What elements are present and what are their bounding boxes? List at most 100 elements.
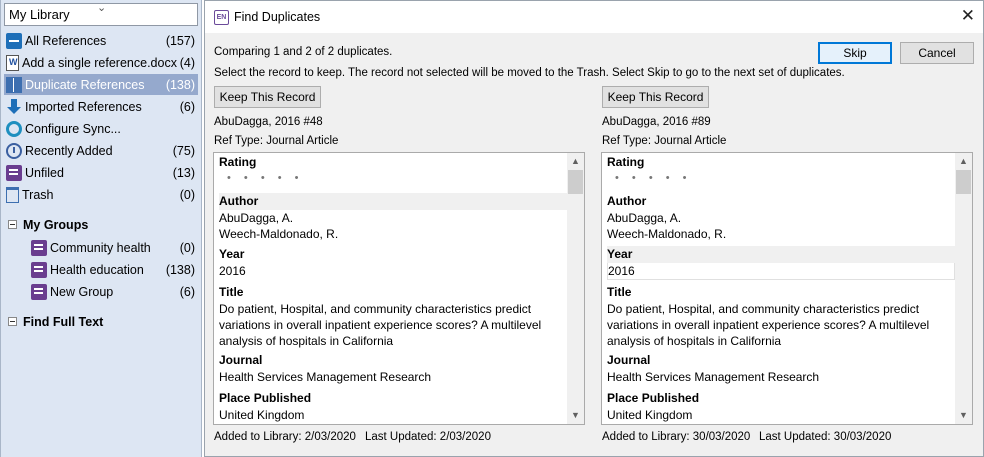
comparing-text: Comparing 1 and 2 of 2 duplicates. bbox=[214, 46, 393, 58]
added-date: Added to Library: 2/03/2020 bbox=[214, 431, 356, 443]
author-value: AbuDagga, A. bbox=[607, 211, 682, 225]
scroll-up-icon[interactable]: ▲ bbox=[955, 153, 972, 170]
field-label: Author bbox=[219, 193, 567, 210]
collapse-icon[interactable] bbox=[8, 220, 17, 229]
word-document-icon bbox=[6, 54, 19, 71]
group-label: Configure Sync... bbox=[25, 121, 121, 136]
unfiled-icon bbox=[6, 164, 22, 181]
endnote-icon: EN bbox=[214, 10, 229, 25]
journal-value: Health Services Management Research bbox=[607, 370, 820, 384]
field-label: Author bbox=[607, 194, 647, 208]
record-fields: Rating • • • • • Author AbuDagga, A. Wee… bbox=[214, 153, 567, 424]
group-label: Duplicate References bbox=[25, 77, 145, 92]
left-record-panel[interactable]: Rating • • • • • Author AbuDagga, A. Wee… bbox=[213, 152, 585, 425]
group-count: (6) bbox=[179, 284, 195, 299]
title-value: analysis of hospitals in California bbox=[219, 334, 394, 348]
journal-field[interactable]: Journal Health Services Management Resea… bbox=[215, 352, 567, 385]
group-all-references[interactable]: All References (157) bbox=[4, 30, 198, 51]
group-label: Imported References bbox=[25, 99, 142, 114]
updated-date: Last Updated: 30/03/2020 bbox=[759, 431, 892, 443]
group-count: (157) bbox=[165, 33, 195, 48]
field-label: Place Published bbox=[219, 391, 312, 405]
scroll-down-icon[interactable]: ▼ bbox=[955, 407, 972, 424]
title-value: variations in overall inpatient experien… bbox=[607, 318, 930, 332]
year-field[interactable]: Year 2016 bbox=[603, 246, 955, 280]
group-count: (0) bbox=[179, 240, 195, 255]
title-field[interactable]: Title Do patient, Hospital, and communit… bbox=[215, 284, 567, 349]
keep-right-record-button[interactable]: Keep This Record bbox=[602, 86, 709, 108]
group-duplicate-references[interactable]: Duplicate References (138) bbox=[4, 74, 198, 95]
group-imported-references[interactable]: Imported References (6) bbox=[4, 96, 198, 117]
find-duplicates-dialog: EN Find Duplicates ✕ Comparing 1 and 2 o… bbox=[204, 0, 984, 457]
library-selector-label: My Library bbox=[9, 7, 70, 22]
scroll-down-icon[interactable]: ▼ bbox=[567, 407, 584, 424]
year-field[interactable]: Year 2016 bbox=[215, 246, 567, 279]
place-field[interactable]: Place Published United Kingdom bbox=[215, 390, 567, 423]
trash-icon bbox=[6, 186, 19, 203]
group-count: (13) bbox=[172, 165, 195, 180]
updated-date: Last Updated: 2/03/2020 bbox=[365, 431, 491, 443]
group-add-single-reference[interactable]: Add a single reference.docx (4) bbox=[4, 52, 198, 73]
all-references-icon bbox=[6, 32, 22, 49]
keep-left-record-button[interactable]: Keep This Record bbox=[214, 86, 321, 108]
field-label: Journal bbox=[607, 353, 651, 367]
ref-type: Ref Type: Journal Article bbox=[602, 135, 727, 147]
group-recently-added[interactable]: Recently Added (75) bbox=[4, 140, 198, 161]
author-value: Weech-Maldonado, R. bbox=[607, 227, 727, 241]
title-value: variations in overall inpatient experien… bbox=[219, 318, 542, 332]
ref-type: Ref Type: Journal Article bbox=[214, 135, 339, 147]
scroll-thumb[interactable] bbox=[956, 170, 971, 194]
title-field[interactable]: Title Do patient, Hospital, and communit… bbox=[603, 284, 955, 349]
added-date: Added to Library: 30/03/2020 bbox=[602, 431, 751, 443]
group-label: Unfiled bbox=[25, 165, 64, 180]
scroll-up-icon[interactable]: ▲ bbox=[567, 153, 584, 170]
group-count: (6) bbox=[179, 99, 195, 114]
title-value: Do patient, Hospital, and community char… bbox=[607, 302, 920, 316]
library-selector[interactable]: ⌄ My Library bbox=[4, 1, 198, 26]
record-fields: Rating • • • • • Author AbuDagga, A. Wee… bbox=[602, 153, 955, 424]
group-new-group[interactable]: New Group (6) bbox=[4, 281, 198, 302]
group-label: Add a single reference.docx bbox=[22, 55, 177, 70]
configure-sync[interactable]: Configure Sync... bbox=[4, 118, 198, 139]
group-count: (138) bbox=[165, 262, 195, 277]
scroll-thumb[interactable] bbox=[568, 170, 583, 194]
place-field[interactable]: Place Published United Kingdom bbox=[603, 390, 955, 423]
author-value: Weech-Maldonado, R. bbox=[219, 227, 339, 241]
rating-stars[interactable]: • • • • • bbox=[607, 171, 955, 185]
vertical-scrollbar[interactable]: ▲ ▼ bbox=[567, 153, 584, 424]
group-icon bbox=[31, 283, 47, 300]
group-community-health[interactable]: Community health (0) bbox=[4, 237, 198, 258]
group-unfiled[interactable]: Unfiled (13) bbox=[4, 162, 198, 183]
find-full-text-header[interactable]: Find Full Text bbox=[4, 311, 198, 332]
close-icon[interactable]: ✕ bbox=[961, 6, 975, 26]
field-label: Year bbox=[219, 247, 245, 261]
collapse-icon[interactable] bbox=[8, 317, 17, 326]
skip-button[interactable]: Skip bbox=[818, 42, 892, 64]
my-groups-header[interactable]: My Groups bbox=[4, 214, 198, 235]
group-count: (4) bbox=[179, 55, 195, 70]
group-count: (138) bbox=[165, 77, 195, 92]
place-value: United Kingdom bbox=[607, 408, 693, 422]
cancel-button[interactable]: Cancel bbox=[900, 42, 974, 64]
group-health-education[interactable]: Health education (138) bbox=[4, 259, 198, 280]
journal-field[interactable]: Journal Health Services Management Resea… bbox=[603, 352, 955, 385]
field-label: Place Published bbox=[607, 391, 700, 405]
field-label: Rating bbox=[219, 155, 257, 169]
author-field[interactable]: Author AbuDagga, A. Weech-Maldonado, R. bbox=[603, 193, 955, 242]
rating-stars[interactable]: • • • • • bbox=[219, 171, 567, 185]
duplicate-icon bbox=[6, 76, 22, 93]
group-trash[interactable]: Trash (0) bbox=[4, 184, 198, 205]
right-record-panel[interactable]: Rating • • • • • Author AbuDagga, A. Wee… bbox=[601, 152, 973, 425]
year-value: 2016 bbox=[219, 264, 246, 278]
group-label: Health education bbox=[50, 262, 144, 277]
author-field[interactable]: Author AbuDagga, A. Weech-Maldonado, R. bbox=[215, 193, 567, 242]
title-value: Do patient, Hospital, and community char… bbox=[219, 302, 532, 316]
group-label: All References bbox=[25, 33, 107, 48]
group-icon bbox=[31, 261, 47, 278]
chevron-down-icon[interactable]: ⌄ bbox=[97, 1, 106, 16]
journal-value: Health Services Management Research bbox=[219, 370, 432, 384]
year-value-editing[interactable]: 2016 bbox=[607, 263, 955, 280]
field-label: Rating bbox=[607, 155, 645, 169]
vertical-scrollbar[interactable]: ▲ ▼ bbox=[955, 153, 972, 424]
library-pane: ⌄ My Library All References (157) Add a … bbox=[0, 0, 202, 457]
